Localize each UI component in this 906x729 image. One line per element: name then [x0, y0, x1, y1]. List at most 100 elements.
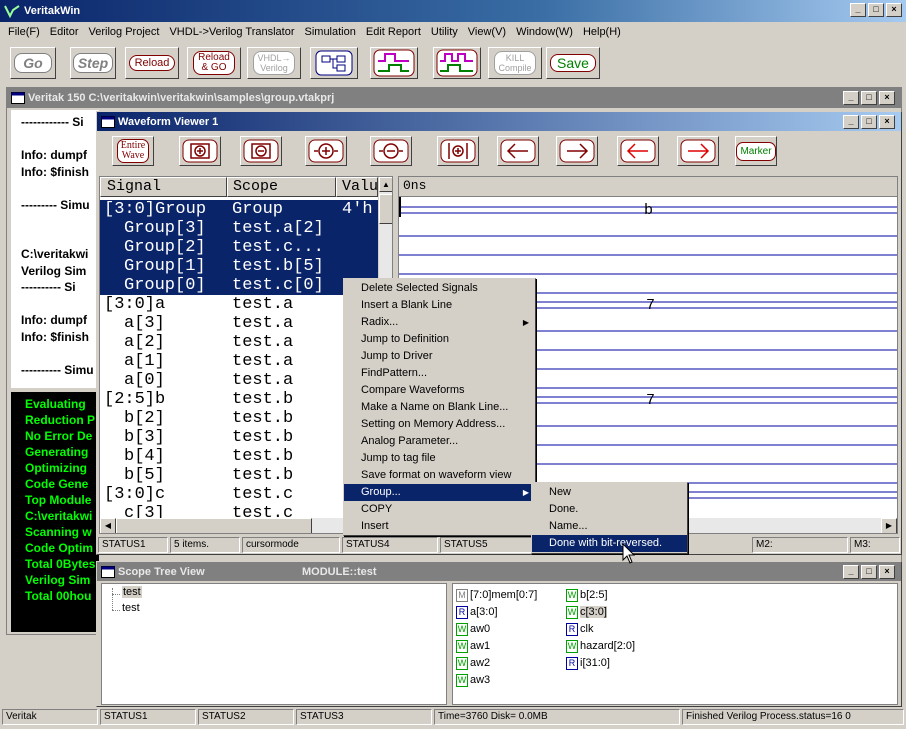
- minimize-button[interactable]: _: [850, 3, 866, 17]
- zoom-out-box-button[interactable]: [240, 136, 282, 166]
- variable-item[interactable]: Waw3: [456, 672, 490, 689]
- status2: STATUS2: [198, 709, 294, 725]
- zoom-in-box-button[interactable]: [179, 136, 221, 166]
- scroll-right-button[interactable]: [556, 136, 598, 166]
- build-log-line: Evaluating: [25, 397, 86, 411]
- menu-editor[interactable]: Editor: [45, 22, 84, 42]
- console-minimize-button[interactable]: _: [843, 91, 859, 105]
- variable-item[interactable]: Waw2: [456, 655, 490, 672]
- context-menu-item[interactable]: Analog Parameter...: [344, 433, 535, 450]
- signal-header[interactable]: Signal: [100, 177, 227, 197]
- signal-hscrollbar[interactable]: ◀: [100, 518, 378, 533]
- variable-item[interactable]: Waw1: [456, 638, 490, 655]
- scope-minimize-button[interactable]: _: [843, 565, 859, 579]
- variable-name: a[3:0]: [470, 606, 498, 618]
- waveform-minimize-button[interactable]: _: [843, 115, 859, 129]
- scroll-left-button[interactable]: [497, 136, 539, 166]
- close-button[interactable]: ×: [886, 3, 902, 17]
- context-menu-item[interactable]: Save format on waveform view: [344, 467, 535, 484]
- save-button[interactable]: Save: [546, 47, 600, 79]
- zoom-in-button[interactable]: [305, 136, 347, 166]
- scroll-left-arrow[interactable]: ◀: [100, 518, 116, 533]
- context-menu-item[interactable]: Jump to tag file: [344, 450, 535, 467]
- submenu-item[interactable]: Done.: [532, 501, 687, 518]
- signal-row[interactable]: Group[1] test.b[5]: [100, 257, 392, 276]
- variable-item[interactable]: Waw0: [456, 621, 490, 638]
- menu-window[interactable]: Window(W): [511, 22, 578, 42]
- context-menu-item[interactable]: Jump to Definition: [344, 331, 535, 348]
- signal-row[interactable]: Group[2] test.c...: [100, 238, 392, 257]
- menu-utility[interactable]: Utility: [426, 22, 463, 42]
- context-menu-item[interactable]: FindPattern...: [344, 365, 535, 382]
- context-menu-item[interactable]: Delete Selected Signals: [344, 280, 535, 297]
- menu-verilog-project[interactable]: Verilog Project: [84, 22, 165, 42]
- variable-item[interactable]: Ra[3:0]: [456, 604, 498, 621]
- maximize-button[interactable]: □: [868, 3, 884, 17]
- submenu-item[interactable]: Done with bit-reversed.: [532, 535, 687, 552]
- context-menu-item[interactable]: Radix... ▶: [344, 314, 535, 331]
- submenu-item[interactable]: Name...: [532, 518, 687, 535]
- go-button[interactable]: Go: [10, 47, 56, 79]
- variable-item[interactable]: Ri[31:0]: [566, 655, 610, 672]
- context-menu-item[interactable]: Setting on Memory Address...: [344, 416, 535, 433]
- context-menu-item[interactable]: Group... ▶: [344, 484, 535, 501]
- variable-item[interactable]: Wb[2:5]: [566, 587, 608, 604]
- menu-edit-report[interactable]: Edit Report: [361, 22, 426, 42]
- context-menu-item-label: Save format on waveform view: [361, 469, 512, 481]
- zoom-out-button[interactable]: [370, 136, 412, 166]
- reload-button[interactable]: Reload: [125, 47, 179, 79]
- next-edge-button[interactable]: [677, 136, 719, 166]
- entire-wave-button[interactable]: Entire Wave: [112, 136, 154, 166]
- waveform-close-button[interactable]: ×: [879, 115, 895, 129]
- value-header[interactable]: Valu: [336, 177, 378, 197]
- multi-waveform-button[interactable]: [433, 47, 481, 79]
- variable-item[interactable]: M [7:0]mem[0:7]: [456, 587, 537, 604]
- context-menu-item[interactable]: Insert a Blank Line: [344, 297, 535, 314]
- context-menu-item-label: Insert a Blank Line: [361, 299, 453, 311]
- context-menu-item[interactable]: Compare Waveforms: [344, 382, 535, 399]
- marker-button[interactable]: Marker: [735, 136, 777, 166]
- step-button[interactable]: Step: [70, 47, 116, 79]
- kill-compile-button[interactable]: KILL Compile: [488, 47, 542, 79]
- waveform-icon: [373, 49, 415, 77]
- reg-icon: R: [566, 656, 578, 670]
- submenu-item[interactable]: New: [532, 484, 687, 501]
- hscroll-thumb[interactable]: [116, 518, 312, 533]
- reload-go-button[interactable]: Reload & GO: [187, 47, 241, 79]
- vscroll-thumb[interactable]: [379, 194, 392, 224]
- context-menu-item[interactable]: COPY: [344, 501, 535, 518]
- cursor-zoom-button[interactable]: [437, 136, 479, 166]
- scope-maximize-button[interactable]: □: [861, 565, 877, 579]
- context-menu-item[interactable]: Insert: [344, 518, 535, 535]
- build-log-line: Generating: [25, 445, 89, 459]
- build-log-line: Code Gene: [25, 477, 89, 491]
- menu-view[interactable]: View(V): [463, 22, 511, 42]
- hierarchy-button[interactable]: [310, 47, 358, 79]
- prev-edge-button[interactable]: [617, 136, 659, 166]
- build-log-line: Top Module: [25, 493, 92, 507]
- waveform-maximize-button[interactable]: □: [861, 115, 877, 129]
- menu-simulation[interactable]: Simulation: [300, 22, 361, 42]
- signal-row[interactable]: [3:0]Group Group 4'h: [100, 200, 392, 219]
- tree-node-test[interactable]: test: [122, 602, 140, 614]
- console-maximize-button[interactable]: □: [861, 91, 877, 105]
- variable-item[interactable]: Whazard[2:0]: [566, 638, 635, 655]
- menu-help[interactable]: Help(H): [578, 22, 626, 42]
- variable-item[interactable]: Wc[3:0]: [566, 604, 607, 621]
- wave-scroll-right-arrow[interactable]: ▶: [881, 518, 897, 533]
- vhdl-translate-button[interactable]: VHDL→ Verilog: [247, 47, 301, 79]
- menu-file[interactable]: File(F): [3, 22, 45, 42]
- console-close-button[interactable]: ×: [879, 91, 895, 105]
- context-menu-item[interactable]: Make a Name on Blank Line...: [344, 399, 535, 416]
- tree-node-test-root[interactable]: test: [122, 586, 142, 598]
- menu-vhdl-translator[interactable]: VHDL->Verilog Translator: [164, 22, 299, 42]
- scope-header[interactable]: Scope: [227, 177, 336, 197]
- signal-scope: test.b: [232, 428, 294, 447]
- scope-close-button[interactable]: ×: [879, 565, 895, 579]
- context-menu-item-label: Insert: [361, 520, 389, 532]
- scroll-up-arrow[interactable]: ▲: [379, 177, 392, 192]
- waveform-button[interactable]: [370, 47, 418, 79]
- context-menu-item[interactable]: Jump to Driver: [344, 348, 535, 365]
- variable-item[interactable]: Rclk: [566, 621, 593, 638]
- signal-row[interactable]: Group[3] test.a[2]: [100, 219, 392, 238]
